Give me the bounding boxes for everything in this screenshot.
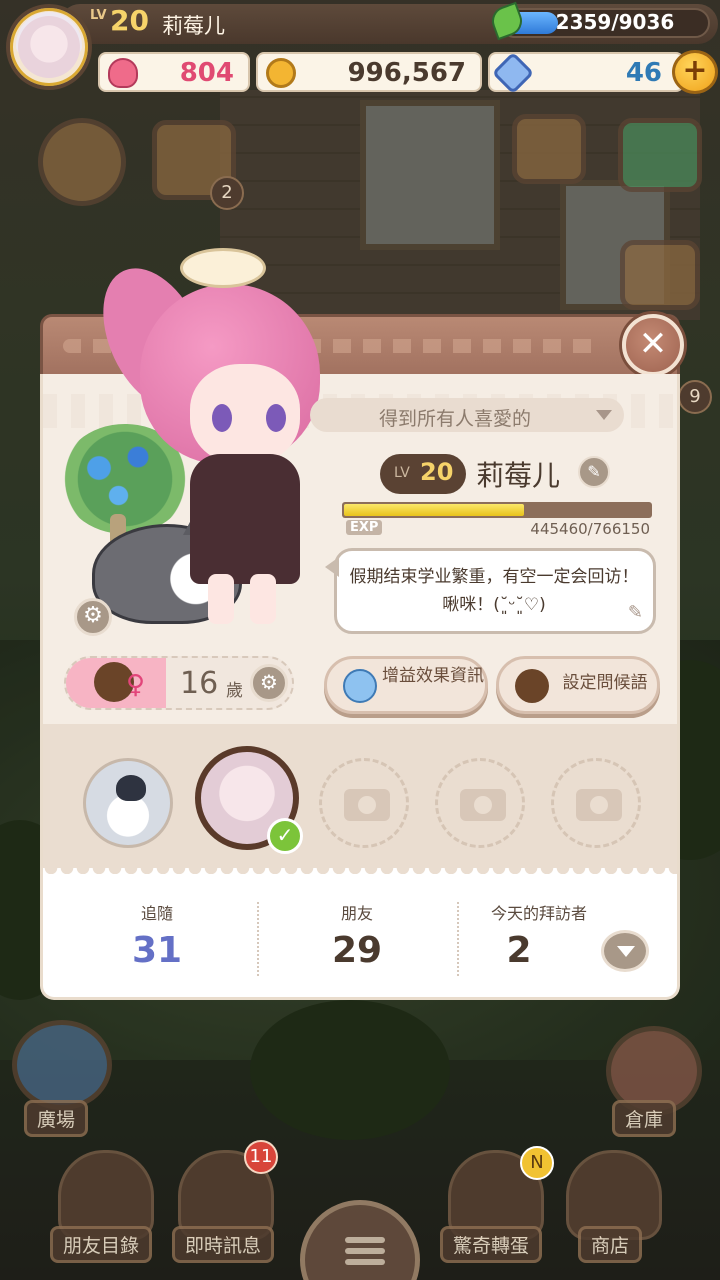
camera-add-icon: [576, 789, 622, 821]
profile-avatar-row: ✓: [40, 724, 680, 874]
following-stat[interactable]: 追隨 31: [57, 900, 257, 971]
avatar-slot-empty[interactable]: [435, 758, 525, 848]
character-outfit: [190, 454, 300, 584]
bubble-tail: [325, 557, 339, 577]
visitors-label: 今天的拜訪者: [490, 904, 587, 923]
gacha-new-badge: N: [520, 1146, 554, 1180]
hamburger-icon: [345, 1237, 385, 1243]
profile-stats: 追隨 31 朋友 29 今天的拜訪者 2: [40, 868, 680, 1000]
age-unit: 歲: [226, 681, 243, 701]
greeting-face-icon: [515, 669, 549, 703]
age-info: ♀ 16 歲 ⚙: [64, 656, 294, 710]
player-level-prefix: LV: [90, 8, 107, 23]
age-value: 16: [180, 666, 219, 701]
buff-icon: [343, 669, 377, 703]
profile-level-badge: LV 20: [380, 454, 466, 494]
chevron-down-icon: [596, 410, 612, 420]
character-eye: [266, 404, 286, 432]
gacha-label: 驚奇轉蛋: [440, 1226, 543, 1263]
set-greeting-label: 設定問候語: [562, 673, 648, 693]
hearts-counter: 804: [98, 52, 250, 92]
top-hud: LV 20 莉莓儿 2359/9036 804 996,567 46 +: [0, 0, 720, 96]
visitors-dropdown-button[interactable]: [601, 930, 649, 972]
warehouse-label: 倉庫: [612, 1100, 677, 1137]
profile-exp-bar: [342, 502, 652, 518]
player-xp-text: 2359/9036: [555, 10, 675, 34]
shop-label: 商店: [578, 1226, 643, 1263]
plaza-button[interactable]: [12, 1020, 112, 1110]
avatar-face: [18, 16, 80, 78]
storage-box-button[interactable]: [618, 118, 702, 192]
messages-unread-badge: 11: [244, 1140, 278, 1174]
gems-value: 46: [625, 58, 662, 88]
character-hair-bow: [180, 248, 266, 288]
edit-greeting-pencil-icon[interactable]: ✎: [628, 602, 643, 623]
greeting-bubble[interactable]: 假期结束学业繁重，有空一定会回访！啾咪！(˘͈ᵕ˘͈♡) ✎: [325, 548, 656, 634]
camera-add-icon: [460, 789, 506, 821]
add-gems-button[interactable]: +: [672, 50, 718, 94]
close-button[interactable]: ✕: [622, 314, 684, 376]
camera-add-icon: [344, 789, 390, 821]
plaza-label: 廣場: [24, 1100, 89, 1137]
coins-counter: 996,567: [256, 52, 482, 92]
side-count-badge: 9: [678, 380, 712, 414]
profile-level-prefix: LV: [394, 465, 410, 481]
profile-exp-text: 445460/766150: [530, 520, 650, 538]
notes-button[interactable]: [620, 240, 700, 310]
character-display: [40, 244, 320, 644]
female-symbol-icon: ♀: [126, 670, 146, 700]
greeting-text: 假期结束学业繁重，有空一定会回访！啾咪！(˘͈ᵕ˘͈♡): [349, 567, 639, 615]
following-label: 追隨: [140, 904, 173, 923]
quest-count-badge: 2: [210, 176, 244, 210]
check-icon: ✓: [267, 818, 303, 854]
character-leg: [208, 574, 234, 624]
status-title-text: 得到所有人喜愛的: [378, 408, 531, 430]
friends-list-label: 朋友目錄: [50, 1226, 153, 1263]
set-greeting-button[interactable]: 設定問候語: [496, 656, 660, 714]
buff-info-label: 增益效果資訊: [382, 666, 484, 686]
friends-label: 朋友: [340, 904, 373, 923]
age-settings-gear-icon[interactable]: ⚙: [250, 664, 288, 702]
gem-icon: [491, 51, 535, 95]
build-button[interactable]: [512, 114, 586, 184]
avatar-slot-empty[interactable]: [319, 758, 409, 848]
profile-name: 莉莓儿: [476, 459, 561, 492]
stats-zigzag-edge: [43, 868, 677, 878]
status-title-dropdown[interactable]: 得到所有人喜愛的: [310, 398, 624, 432]
character-eye: [212, 404, 232, 432]
buff-info-button[interactable]: 增益效果資訊: [324, 656, 488, 714]
home-up-button[interactable]: [38, 118, 126, 206]
gems-counter: 46: [488, 51, 684, 95]
profile-exp-fill: [344, 504, 524, 516]
player-avatar[interactable]: [6, 4, 92, 90]
hearts-value: 804: [179, 58, 234, 88]
following-value: 31: [131, 930, 183, 971]
heart-icon: [108, 58, 138, 88]
coin-icon: [266, 58, 296, 88]
exp-label: EXP: [346, 520, 383, 535]
messages-label: 即時訊息: [172, 1226, 275, 1263]
player-name: 莉莓儿: [162, 14, 225, 38]
avatar-slot-penguin[interactable]: [83, 758, 173, 848]
profile-level: 20: [420, 458, 454, 486]
avatar-slot-empty[interactable]: [551, 758, 641, 848]
character-leg: [250, 574, 276, 624]
edit-name-pencil-icon[interactable]: ✎: [578, 456, 610, 488]
coins-value: 996,567: [347, 58, 466, 88]
player-level: 20: [110, 4, 149, 37]
character-settings-gear-icon[interactable]: ⚙: [74, 598, 112, 636]
gender-badge: ♀: [66, 658, 166, 708]
profile-dialog: ✕ ⚙ 得到所有人喜愛的 LV 20 莉莓儿 ✎ EXP 445460/7661…: [40, 248, 684, 1000]
